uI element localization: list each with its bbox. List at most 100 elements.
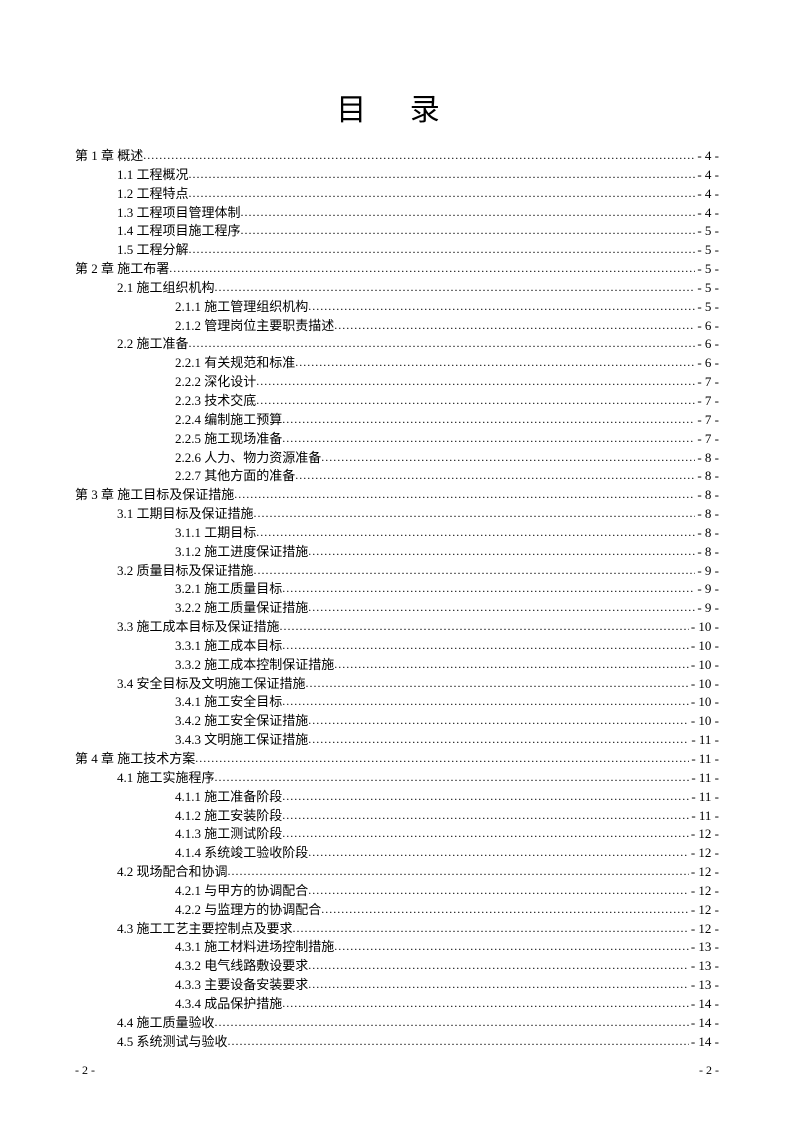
- toc-entry-label: 4.1.3 施工测试阶段: [175, 825, 282, 844]
- toc-leader-dots: [334, 938, 689, 951]
- toc-entry-page: - 14 -: [689, 995, 719, 1014]
- toc-entry-page: - 5 -: [695, 298, 719, 317]
- toc-leader-dots: [282, 411, 695, 424]
- toc-entry-label: 4.3.1 施工材料进场控制措施: [175, 938, 334, 957]
- toc-entry: 第 1 章 概述- 4 -: [75, 147, 719, 166]
- toc-entry: 2.2.7 其他方面的准备 - 8 -: [75, 467, 719, 486]
- toc-leader-dots: [254, 505, 696, 518]
- toc-entry-page: - 12 -: [689, 882, 719, 901]
- toc-entry-label: 2.1 施工组织机构: [117, 279, 215, 298]
- toc-entry-page: - 6 -: [695, 317, 719, 336]
- toc-leader-dots: [241, 222, 696, 235]
- toc-leader-dots: [308, 882, 689, 895]
- toc-entry-label: 1.2 工程特点: [117, 185, 189, 204]
- toc-entry-page: - 6 -: [695, 354, 719, 373]
- toc-leader-dots: [215, 279, 696, 292]
- toc-entry-page: - 8 -: [695, 449, 719, 468]
- toc-leader-dots: [308, 543, 695, 556]
- toc-entry-page: - 8 -: [695, 467, 719, 486]
- toc-entry: 3.4.1 施工安全目标 - 10 -: [75, 693, 719, 712]
- toc-entry-page: - 7 -: [695, 430, 719, 449]
- toc-entry-label: 2.2.7 其他方面的准备: [175, 467, 295, 486]
- toc-entry: 3.2 质量目标及保证措施- 9 -: [75, 562, 719, 581]
- toc-leader-dots: [189, 166, 696, 179]
- toc-entry-label: 3.1.2 施工进度保证措施: [175, 543, 308, 562]
- toc-entry-page: - 8 -: [695, 505, 719, 524]
- toc-entry-page: - 5 -: [695, 279, 719, 298]
- toc-entry: 4.3 施工工艺主要控制点及要求- 12 -: [75, 920, 719, 939]
- toc-entry-label: 4.1.1 施工准备阶段: [175, 788, 282, 807]
- toc-leader-dots: [308, 976, 689, 989]
- toc-entry-page: - 5 -: [695, 260, 719, 279]
- toc-entry-page: - 11 -: [689, 731, 719, 750]
- toc-leader-dots: [308, 731, 689, 744]
- toc-entry-label: 4.2.1 与甲方的协调配合: [175, 882, 308, 901]
- toc-leader-dots: [254, 562, 696, 575]
- toc-entry-page: - 8 -: [695, 486, 719, 505]
- toc-entry-label: 2.2.2 深化设计: [175, 373, 256, 392]
- toc-entry-label: 2.2.1 有关规范和标准: [175, 354, 295, 373]
- toc-entry-page: - 6 -: [695, 335, 719, 354]
- toc-entry-page: - 11 -: [689, 807, 719, 826]
- toc-entry-label: 2.2.5 施工现场准备: [175, 430, 282, 449]
- toc-leader-dots: [215, 1014, 689, 1027]
- toc-entry-page: - 7 -: [695, 411, 719, 430]
- toc-entry: 4.3.4 成品保护措施- 14 -: [75, 995, 719, 1014]
- toc-leader-dots: [189, 241, 696, 254]
- toc-entry-page: - 5 -: [695, 241, 719, 260]
- toc-entry-label: 4.1 施工实施程序: [117, 769, 215, 788]
- toc-leader-dots: [334, 317, 695, 330]
- page-footer-left: - 2 -: [75, 1063, 95, 1078]
- toc-leader-dots: [293, 920, 689, 933]
- toc-entry-page: - 4 -: [695, 185, 719, 204]
- toc-entry-page: - 12 -: [689, 901, 719, 920]
- toc-leader-dots: [282, 430, 695, 443]
- toc-entry-page: - 11 -: [689, 788, 719, 807]
- toc-leader-dots: [143, 147, 695, 160]
- toc-entry-label: 第 2 章 施工布署: [75, 260, 169, 279]
- toc-leader-dots: [308, 712, 689, 725]
- toc-entry-label: 3.4.1 施工安全目标: [175, 693, 282, 712]
- toc-entry-label: 3.2.2 施工质量保证措施: [175, 599, 308, 618]
- toc-entry-label: 3.4 安全目标及文明施工保证措施: [117, 675, 306, 694]
- toc-entry: 2.1.1 施工管理组织机构 - 5 -: [75, 298, 719, 317]
- toc-entry: 3.2.1 施工质量目标 - 9 -: [75, 580, 719, 599]
- toc-leader-dots: [256, 373, 695, 386]
- toc-entry: 2.1.2 管理岗位主要职责描述- 6 -: [75, 317, 719, 336]
- toc-leader-dots: [189, 335, 696, 348]
- toc-entry: 2.1 施工组织机构 - 5 -: [75, 279, 719, 298]
- toc-entry: 4.2.2 与监理方的协调配合- 12 -: [75, 901, 719, 920]
- toc-entry-page: - 10 -: [689, 693, 719, 712]
- toc-entry-page: - 9 -: [695, 580, 719, 599]
- toc-leader-dots: [228, 863, 689, 876]
- toc-entry-page: - 14 -: [689, 1014, 719, 1033]
- toc-entry-page: - 7 -: [695, 373, 719, 392]
- toc-entry: 4.1 施工实施程序- 11 -: [75, 769, 719, 788]
- toc-entry-page: - 12 -: [689, 825, 719, 844]
- toc-entry-label: 3.4.3 文明施工保证措施: [175, 731, 308, 750]
- toc-leader-dots: [282, 580, 695, 593]
- toc-entry-page: - 11 -: [689, 750, 719, 769]
- toc-entry: 3.4.3 文明施工保证措施 - 11 -: [75, 731, 719, 750]
- toc-entry-label: 1.5 工程分解: [117, 241, 189, 260]
- toc-entry: 3.2.2 施工质量保证措施- 9 -: [75, 599, 719, 618]
- toc-entry-page: - 10 -: [689, 618, 719, 637]
- toc-entry-label: 4.1.4 系统竣工验收阶段: [175, 844, 308, 863]
- toc-entry-page: - 7 -: [695, 392, 719, 411]
- toc-entry: 4.3.1 施工材料进场控制措施- 13 -: [75, 938, 719, 957]
- toc-leader-dots: [228, 1033, 689, 1046]
- toc-entry-label: 2.1.1 施工管理组织机构: [175, 298, 308, 317]
- toc-entry-page: - 14 -: [689, 1033, 719, 1052]
- toc-entry-label: 3.2.1 施工质量目标: [175, 580, 282, 599]
- toc-entry-page: - 12 -: [689, 863, 719, 882]
- toc-leader-dots: [334, 656, 689, 669]
- toc-entry-label: 3.4.2 施工安全保证措施: [175, 712, 308, 731]
- toc-entry-page: - 8 -: [695, 543, 719, 562]
- toc-entry-page: - 5 -: [695, 222, 719, 241]
- toc-entry: 第 3 章 施工目标及保证措施- 8 -: [75, 486, 719, 505]
- toc-entry-label: 3.3 施工成本目标及保证措施: [117, 618, 280, 637]
- toc-entry: 第 4 章 施工技术方案- 11 -: [75, 750, 719, 769]
- toc-entry-label: 3.3.1 施工成本目标: [175, 637, 282, 656]
- toc-entry-label: 2.2.4 编制施工预算: [175, 411, 282, 430]
- toc-entry: 3.4.2 施工安全保证措施- 10 -: [75, 712, 719, 731]
